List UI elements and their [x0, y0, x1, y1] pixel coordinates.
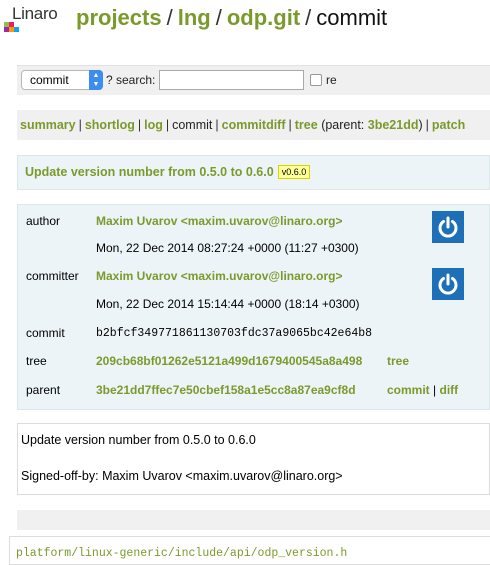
- nav-separator: |: [215, 118, 219, 132]
- committer-label: committer: [26, 269, 79, 283]
- parent-commit-link[interactable]: commit: [387, 383, 430, 397]
- signed-off-line: Signed-off-by: Maxim Uvarov <maxim.uvaro…: [21, 469, 343, 483]
- parent-hash-link[interactable]: 3be21dd7ffec7e50cbef158a1e5cc8a87ea9cf8d: [96, 383, 356, 397]
- committer-date: Mon, 22 Dec 2014 15:14:44 +0000 (18:14 +…: [96, 297, 360, 311]
- breadcrumb-separator: /: [215, 5, 222, 30]
- nav-tree[interactable]: tree: [295, 118, 318, 132]
- commit-message: Update version number from 0.5.0 to 0.6.…: [17, 423, 490, 495]
- commit-subject-link[interactable]: Update version number from 0.5.0 to 0.6.…: [25, 165, 274, 179]
- nav-separator: |: [425, 118, 429, 132]
- breadcrumb-lng[interactable]: lng: [178, 5, 211, 30]
- search-input[interactable]: [159, 70, 304, 90]
- nav-commitdiff[interactable]: commitdiff: [222, 118, 286, 132]
- committer-link[interactable]: Maxim Uvarov <maxim.uvarov@linaro.org>: [96, 269, 342, 283]
- nav-summary[interactable]: summary: [20, 118, 76, 132]
- breadcrumb-odp-git[interactable]: odp.git: [227, 5, 300, 30]
- author-avatar[interactable]: [432, 211, 464, 243]
- power-icon: [438, 273, 458, 295]
- parent-actions: commit | diff: [387, 383, 458, 397]
- tag-badge[interactable]: v0.6.0: [277, 165, 311, 179]
- power-icon: [438, 216, 458, 238]
- nav-separator: |: [288, 118, 292, 132]
- author-label: author: [26, 214, 61, 228]
- search-bar: commit ▲ ▼ ? search: re: [17, 65, 490, 95]
- tree-link[interactable]: tree: [387, 354, 409, 368]
- author-date: Mon, 22 Dec 2014 08:27:24 +0000 (11:27 +…: [96, 241, 359, 255]
- author-link[interactable]: Maxim Uvarov <maxim.uvarov@linaro.org>: [96, 214, 342, 228]
- commit-message-line: Update version number from 0.5.0 to 0.6.…: [21, 433, 256, 447]
- nav-commit-current: commit: [172, 118, 213, 132]
- search-type-value: commit: [30, 73, 69, 87]
- commit-metadata: author Maxim Uvarov <maxim.uvarov@linaro…: [17, 204, 490, 410]
- changed-file-link[interactable]: platform/linux-generic/include/api/odp_v…: [16, 547, 347, 560]
- changed-files-list: platform/linux-generic/include/api/odp_v…: [9, 536, 490, 565]
- commit-hash: b2bfcf349771861130703fdc37a9065bc42e64b8: [96, 327, 373, 340]
- breadcrumb-projects[interactable]: projects: [76, 5, 162, 30]
- breadcrumb-separator: /: [166, 5, 173, 30]
- separator: |: [433, 383, 437, 397]
- nav-parent-label: (parent:: [321, 118, 365, 132]
- linaro-logo[interactable]: Linaro: [4, 4, 66, 42]
- tree-label: tree: [26, 354, 47, 368]
- nav-separator: |: [137, 118, 142, 132]
- breadcrumb-separator: /: [305, 5, 312, 30]
- regex-label: re: [326, 73, 337, 87]
- commit-label: commit: [26, 326, 65, 340]
- nav-log[interactable]: log: [144, 118, 163, 132]
- search-type-select[interactable]: commit ▲ ▼: [21, 70, 103, 90]
- nav-patch[interactable]: patch: [432, 118, 465, 132]
- page-nav: summary | shortlog | log | commit | commitdiff | t…: [17, 110, 490, 140]
- regex-checkbox[interactable]: [310, 74, 322, 86]
- nav-separator: |: [165, 118, 170, 132]
- nav-shortlog[interactable]: shortlog: [85, 118, 135, 132]
- parent-diff-link[interactable]: diff: [440, 383, 459, 397]
- breadcrumb-current: commit: [316, 5, 388, 30]
- chevron-updown-icon: ▲ ▼: [89, 70, 103, 90]
- parent-label: parent: [26, 383, 61, 397]
- search-label: ? search:: [106, 73, 156, 87]
- logo-square-icon: [14, 27, 19, 32]
- commit-title-bar: Update version number from 0.5.0 to 0.6.…: [17, 155, 490, 190]
- nav-separator: |: [78, 118, 82, 132]
- diff-header-bar: [17, 510, 490, 530]
- tree-hash-link[interactable]: 209cb68bf01262e5121a499d1679400545a8a498: [96, 354, 362, 368]
- committer-avatar[interactable]: [432, 268, 464, 300]
- breadcrumb: projects / lng / odp.git / commit: [76, 4, 387, 32]
- page-header: Linaro projects / lng / odp.git / commit: [0, 0, 490, 46]
- logo-text: Linaro: [12, 4, 58, 23]
- nav-parent-close: ): [418, 118, 423, 132]
- nav-parent-hash[interactable]: 3be21dd: [368, 118, 419, 132]
